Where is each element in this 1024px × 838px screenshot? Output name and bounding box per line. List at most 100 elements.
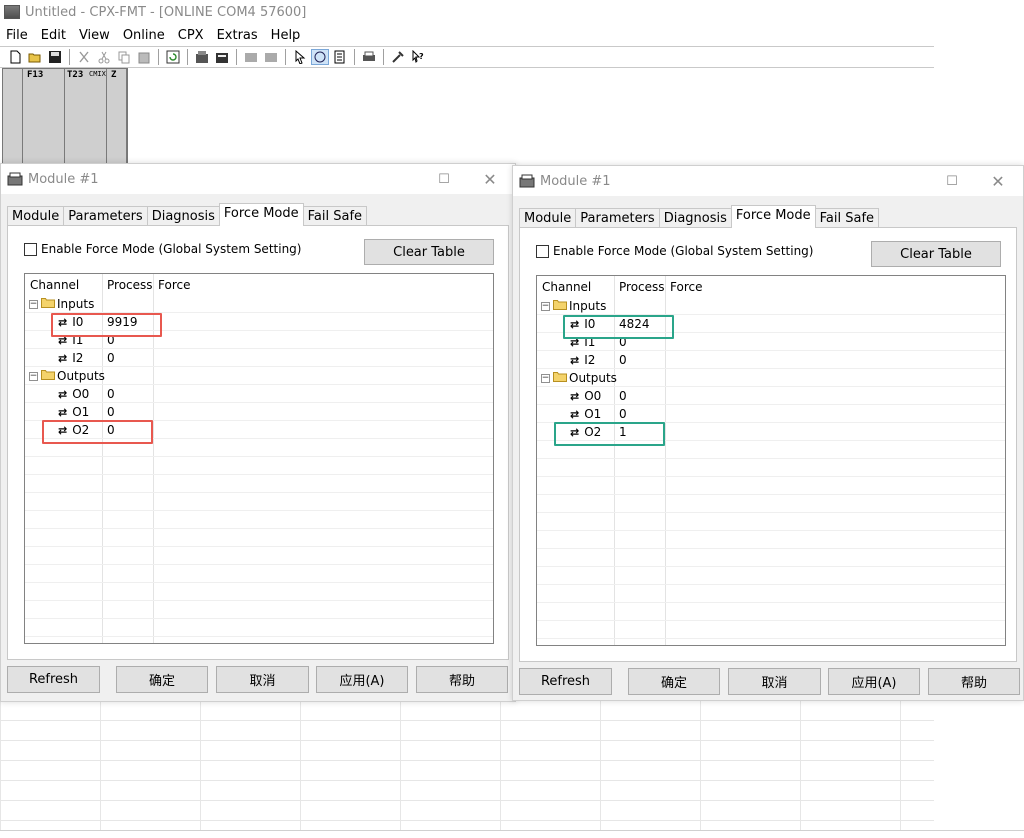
- rack-slot-f13[interactable]: F13: [23, 69, 65, 164]
- channel-name: O0: [72, 387, 90, 401]
- tab-parameters[interactable]: Parameters: [63, 206, 148, 226]
- pointer-icon[interactable]: [291, 49, 309, 65]
- scissors-icon[interactable]: [95, 49, 113, 65]
- save-icon[interactable]: [46, 49, 64, 65]
- enable-force-mode-checkbox[interactable]: [24, 242, 37, 256]
- channel-i2[interactable]: ⇄ I2: [570, 351, 595, 369]
- enable-force-mode-label: Enable Force Mode (Global System Setting…: [41, 242, 302, 256]
- ok-button[interactable]: 确定: [628, 668, 720, 695]
- module-rack[interactable]: F13 T23 CMIX Z: [2, 68, 128, 164]
- menu-view[interactable]: View: [73, 28, 117, 43]
- column-header-process[interactable]: Process: [619, 280, 665, 294]
- apply-button[interactable]: 应用(A): [828, 668, 920, 695]
- table-row: [25, 529, 493, 547]
- force-table[interactable]: Channel Process Force − Inputs ⇄ I0 4824 ⇄ I1 0…: [536, 275, 1006, 646]
- cancel-button[interactable]: 取消: [728, 668, 821, 695]
- menu-file[interactable]: File: [0, 28, 35, 43]
- help-pointer-icon[interactable]: ?: [409, 49, 427, 65]
- tab-diagnosis[interactable]: Diagnosis: [146, 206, 220, 226]
- close-icon[interactable]: ✕: [975, 166, 1021, 196]
- maximize-icon[interactable]: ☐: [929, 166, 975, 196]
- force-mode-panel: Enable Force Mode (Global System Setting…: [519, 227, 1017, 662]
- menu-online[interactable]: Online: [117, 28, 172, 43]
- highlight-box-o2: [554, 422, 665, 446]
- table-row: [537, 567, 1005, 585]
- ok-button[interactable]: 确定: [116, 666, 208, 693]
- tree-group-outputs[interactable]: − Outputs: [541, 369, 617, 387]
- refresh-button[interactable]: Refresh: [7, 666, 100, 693]
- tab-fail-safe[interactable]: Fail Safe: [302, 206, 368, 226]
- dialog-title-bar[interactable]: Module #1 ☐ ✕: [1, 164, 515, 194]
- column-header-process[interactable]: Process: [107, 278, 153, 292]
- open-folder-icon[interactable]: [26, 49, 44, 65]
- cut-icon[interactable]: [75, 49, 93, 65]
- tab-module[interactable]: Module: [7, 206, 65, 226]
- channel-o0[interactable]: ⇄ O0: [570, 387, 601, 405]
- upload-icon[interactable]: [242, 49, 260, 65]
- refresh-icon[interactable]: [164, 49, 182, 65]
- module-icon[interactable]: [193, 49, 211, 65]
- tab-force-mode[interactable]: Force Mode: [730, 205, 816, 228]
- dialog-title-bar[interactable]: Module #1 ☐ ✕: [513, 166, 1023, 196]
- tree-group-inputs[interactable]: − Inputs: [541, 297, 606, 315]
- report-icon[interactable]: [331, 49, 349, 65]
- new-file-icon[interactable]: [6, 49, 24, 65]
- channel-o1[interactable]: ⇄ O1: [58, 403, 89, 421]
- collapse-icon[interactable]: −: [541, 373, 550, 383]
- close-icon[interactable]: ✕: [467, 164, 513, 194]
- force-table[interactable]: Channel Process Force − Inputs ⇄ I0 9919 ⇄ I1 0…: [24, 273, 494, 644]
- enable-force-mode-checkbox-row[interactable]: Enable Force Mode (Global System Setting…: [536, 244, 813, 258]
- maximize-icon[interactable]: ☐: [421, 164, 467, 194]
- module-window-icon: [7, 172, 23, 186]
- cancel-button[interactable]: 取消: [216, 666, 309, 693]
- column-header-force[interactable]: Force: [670, 280, 702, 294]
- enable-force-mode-checkbox-row[interactable]: Enable Force Mode (Global System Setting…: [24, 242, 301, 256]
- clear-table-button[interactable]: Clear Table: [871, 241, 1001, 267]
- channel-io-icon: ⇄: [58, 405, 68, 419]
- toolbar: ?: [0, 46, 934, 68]
- enable-force-mode-checkbox[interactable]: [536, 244, 549, 258]
- tab-module[interactable]: Module: [519, 208, 577, 228]
- menu-extras[interactable]: Extras: [211, 28, 265, 43]
- menu-bar: File Edit View Online CPX Extras Help: [0, 25, 934, 45]
- status-bar: [0, 830, 1024, 838]
- tools-icon[interactable]: [389, 49, 407, 65]
- channel-o1[interactable]: ⇄ O1: [570, 405, 601, 423]
- folder-icon: [41, 369, 57, 383]
- tree-group-outputs[interactable]: − Outputs: [29, 367, 105, 385]
- table-row: [537, 405, 1005, 423]
- table-row: [537, 603, 1005, 621]
- tab-diagnosis[interactable]: Diagnosis: [658, 208, 732, 228]
- collapse-icon[interactable]: −: [29, 371, 38, 381]
- column-header-force[interactable]: Force: [158, 278, 190, 292]
- menu-cpx[interactable]: CPX: [172, 28, 211, 43]
- channel-o0[interactable]: ⇄ O0: [58, 385, 89, 403]
- online-monitor-icon[interactable]: [311, 49, 329, 65]
- download-icon[interactable]: [262, 49, 280, 65]
- clear-table-button[interactable]: Clear Table: [364, 239, 494, 265]
- column-header-channel[interactable]: Channel: [30, 278, 79, 292]
- dialog-title: Module #1: [28, 171, 99, 187]
- folder-icon: [553, 299, 569, 313]
- menu-help[interactable]: Help: [265, 28, 308, 43]
- tab-force-mode[interactable]: Force Mode: [218, 203, 304, 226]
- collapse-icon[interactable]: −: [541, 301, 550, 311]
- module-config-icon[interactable]: [213, 49, 231, 65]
- tab-strip: Module Parameters Diagnosis Force Mode F…: [7, 203, 368, 226]
- apply-button[interactable]: 应用(A): [316, 666, 408, 693]
- help-button[interactable]: 帮助: [928, 668, 1020, 695]
- rack-slot-t23[interactable]: T23 CMIX: [65, 69, 107, 164]
- help-button[interactable]: 帮助: [416, 666, 508, 693]
- column-header-channel[interactable]: Channel: [542, 280, 591, 294]
- tab-parameters[interactable]: Parameters: [575, 208, 660, 228]
- copy-icon[interactable]: [115, 49, 133, 65]
- menu-edit[interactable]: Edit: [35, 28, 73, 43]
- tab-fail-safe[interactable]: Fail Safe: [814, 208, 880, 228]
- refresh-button[interactable]: Refresh: [519, 668, 612, 695]
- paste-icon[interactable]: [135, 49, 153, 65]
- rack-slot-z[interactable]: Z: [107, 69, 127, 164]
- tree-group-inputs[interactable]: − Inputs: [29, 295, 94, 313]
- collapse-icon[interactable]: −: [29, 299, 38, 309]
- channel-i2[interactable]: ⇄ I2: [58, 349, 83, 367]
- print-icon[interactable]: [360, 49, 378, 65]
